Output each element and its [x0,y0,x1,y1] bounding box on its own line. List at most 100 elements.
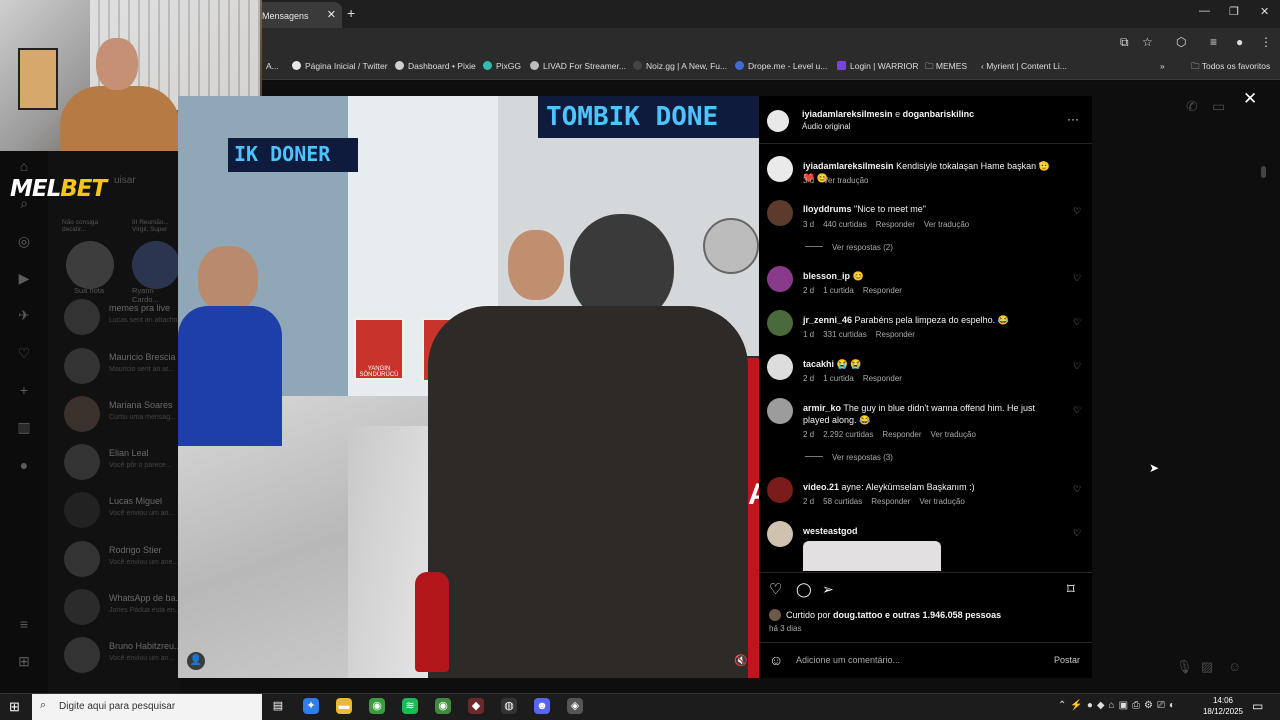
like-comment-icon[interactable]: ♡ [1073,528,1081,539]
dm-search-input[interactable]: uisar [114,175,136,186]
reply-link[interactable]: Responder [876,220,915,229]
caption-username[interactable]: iyiadamlareksilmesin [803,161,894,171]
close-tab-icon[interactable]: ✕ [327,8,336,21]
post-comment-button[interactable]: Postar [1054,655,1080,665]
task-view-icon[interactable]: ▤ [270,698,286,714]
new-tab-icon[interactable]: + [347,5,355,21]
bookmark-item[interactable]: A... [266,61,279,71]
image-upload-icon[interactable]: ▨ [1201,659,1213,675]
comment-avatar[interactable] [767,354,793,380]
video-call-icon[interactable]: ▭ [1212,98,1225,115]
comment-username[interactable]: armir_ko [803,403,841,413]
liked-by-username[interactable]: doug.tattoo [833,610,882,620]
like-comment-icon[interactable]: ♡ [1073,317,1081,328]
reply-link[interactable]: Responder [882,430,921,439]
menu-icon[interactable]: ⋮ [1260,35,1272,49]
like-comment-icon[interactable]: ♡ [1073,484,1081,495]
also-from-meta-icon[interactable]: ⊞ [16,653,32,670]
likes-count[interactable]: 1 curtida [823,374,854,383]
comment-username[interactable]: lloyddrums [803,204,852,214]
cast-icon[interactable]: ⧉ [1120,35,1129,50]
comment-avatar[interactable] [767,266,793,292]
emoji-icon[interactable]: ☺ [769,652,783,668]
audio-label[interactable]: Áudio original [802,122,850,131]
comment-username[interactable]: video.21 [803,482,839,492]
like-icon[interactable]: ♡ [769,580,782,598]
bookmark-item[interactable]: ‹ Myrient | Content Li... [981,61,1067,71]
liker-avatar[interactable] [769,609,781,621]
like-comment-icon[interactable]: ♡ [1073,405,1081,416]
sticker-icon[interactable]: ☺ [1228,659,1241,674]
reels-icon[interactable]: ▶ [16,270,32,287]
bookmark-item[interactable]: LIVAD For Streamer... [530,61,626,71]
comment-image-attachment[interactable] [803,541,941,571]
comment-username[interactable]: tacakhi [803,359,834,369]
bookmark-item[interactable]: Drope.me - Level u... [735,61,827,71]
extensions-icon[interactable]: ⬡ [1176,35,1186,49]
app-icon[interactable]: ◈ [567,698,583,714]
comment-input[interactable]: Adicione um comentário... [796,655,900,665]
comment-avatar[interactable] [767,398,793,424]
post-video[interactable]: TOMBIK DONE IK DONER YANGIN SÖNDÜRÜCÜ YA… [178,96,759,678]
author-avatar[interactable] [767,110,789,132]
mute-icon[interactable]: 🔇 [734,654,748,667]
microphone-icon[interactable]: 🎙 [1176,659,1193,675]
avatar[interactable] [66,241,114,289]
chrome-active-icon[interactable]: ◉ [435,698,451,714]
explore-icon[interactable]: ◎ [16,233,32,250]
profile-icon[interactable]: ● [16,457,32,473]
see-translation-link[interactable]: Ver tradução [924,220,969,229]
caption-avatar[interactable] [767,156,793,182]
save-bookmark-icon[interactable]: ⌑ [1067,580,1075,598]
profile-avatar[interactable]: ● [1236,35,1243,49]
dashboard-icon[interactable]: ▥ [16,419,32,436]
likes-count[interactable]: 1 curtida [823,286,854,295]
close-modal-icon[interactable]: ✕ [1243,89,1257,109]
more-menu-icon[interactable]: ≡ [16,616,32,632]
phone-icon[interactable]: ✆ [1186,98,1198,115]
reply-link[interactable]: Responder [863,374,902,383]
notifications-center-icon[interactable]: ▭ [1252,699,1263,713]
file-explorer-icon[interactable]: ▬ [336,698,352,714]
messages-icon[interactable]: ✈ [16,307,32,324]
discord-icon[interactable]: ☻ [534,698,550,714]
more-options-icon[interactable]: ··· [1067,112,1079,126]
like-comment-icon[interactable]: ♡ [1073,206,1081,217]
comment-username[interactable]: blesson_ip [803,271,850,281]
author-username[interactable]: iyiadamlareksilmesin [802,109,893,119]
bookmark-item[interactable]: Dashboard • Pixie [395,61,476,71]
likes-count[interactable]: 2.292 curtidas [823,430,873,439]
close-window-icon[interactable]: ✕ [1260,5,1269,18]
coauthor-username[interactable]: doganbariskilinc [903,109,975,119]
likes-count[interactable]: 58 curtidas [823,497,862,506]
tab-messages[interactable]: Mensagens ✕ [254,2,342,28]
comment-avatar[interactable] [767,310,793,336]
minimize-icon[interactable]: — [1199,5,1210,17]
restore-icon[interactable]: ❐ [1229,5,1239,18]
view-replies-link[interactable]: Ver respostas (2) [805,243,893,252]
see-translation-link[interactable]: Ver tradução [919,497,964,506]
clock-date[interactable]: 18/12/2025 [1198,707,1248,716]
view-replies-link[interactable]: Ver respostas (3) [805,453,893,462]
spotify-icon[interactable]: ≋ [402,698,418,714]
bookmark-item[interactable]: Noiz.gg | A New, Fu... [633,61,727,71]
more-bookmarks-icon[interactable]: » [1160,61,1165,71]
likes-count[interactable]: 331 curtidas [823,330,867,339]
home-icon[interactable]: ⌂ [16,158,32,174]
chrome-icon[interactable]: ◉ [369,698,385,714]
comment-avatar[interactable] [767,521,793,547]
reply-link[interactable]: Responder [863,286,902,295]
comment-icon[interactable]: ◯ [796,581,812,598]
all-favorites-folder[interactable]: 🗀 Todos os favoritos [1191,61,1270,75]
reading-list-icon[interactable]: ≡ [1210,35,1217,49]
likes-summary[interactable]: e outras 1.946.058 pessoas [885,610,1001,620]
like-comment-icon[interactable]: ♡ [1073,361,1081,372]
comment-avatar[interactable] [767,200,793,226]
app-icon[interactable]: ◆ [468,698,484,714]
tagged-users-icon[interactable]: 👤 [187,652,205,670]
obs-icon[interactable]: ◍ [501,698,517,714]
copilot-icon[interactable]: ✦ [303,698,319,714]
comment-avatar[interactable] [767,477,793,503]
scrollbar-thumb[interactable] [1261,166,1266,178]
see-translation-link[interactable]: Ver tradução [931,430,976,439]
